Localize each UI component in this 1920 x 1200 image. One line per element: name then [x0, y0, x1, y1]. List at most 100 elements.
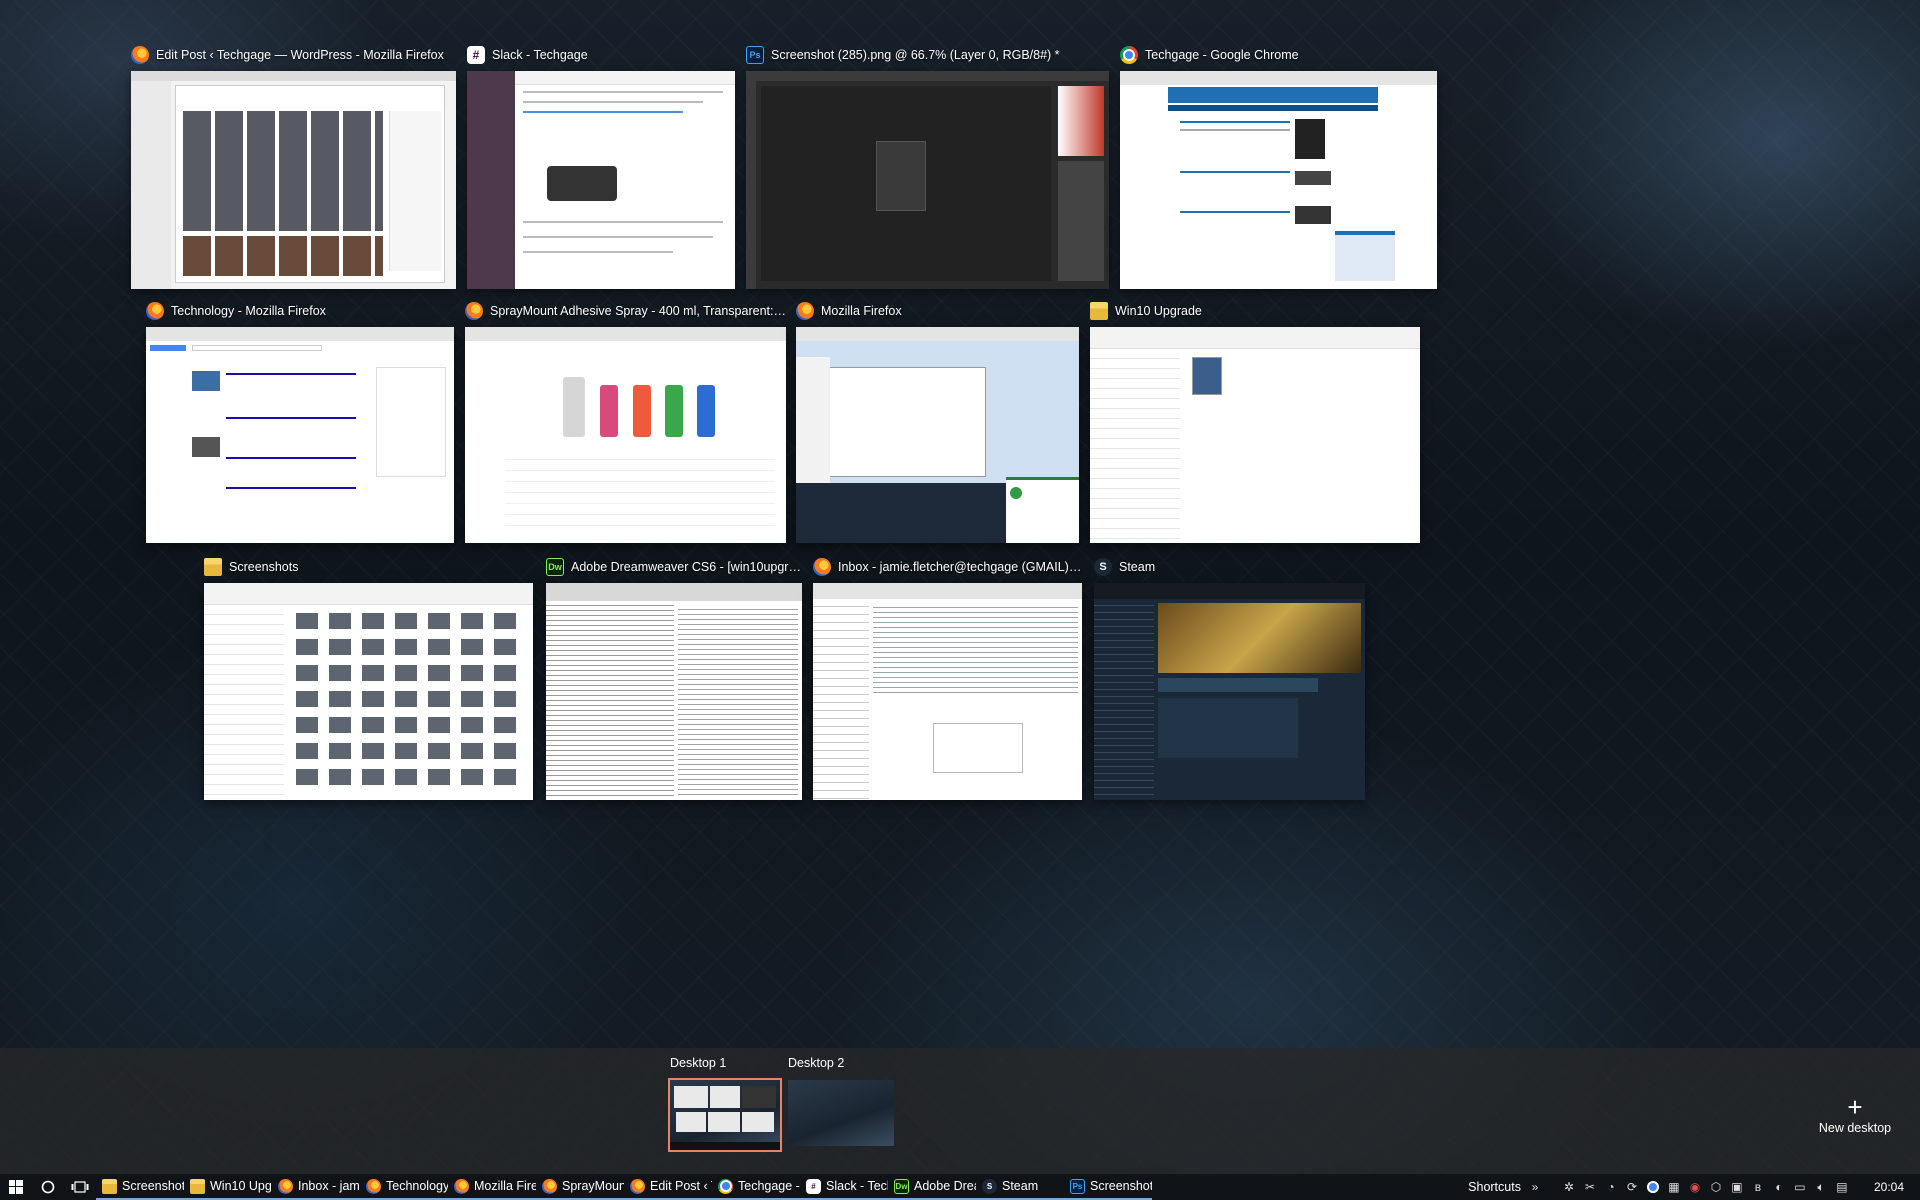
window-title: Technology - Mozilla Firefox: [171, 304, 326, 318]
taskbar-item-label: Win10 Upgr...: [210, 1179, 272, 1193]
taskbar-item-label: Slack - Tech...: [826, 1179, 888, 1193]
taskbar-item-mozilla-firefox[interactable]: Mozilla Firef...: [448, 1174, 536, 1200]
taskbar-item-label: Adobe Drea...: [914, 1179, 976, 1193]
new-desktop-button[interactable]: + New desktop: [1810, 1094, 1900, 1135]
desktop-2[interactable]: Desktop 2: [788, 1056, 894, 1146]
window-steam[interactable]: S Steam: [1094, 555, 1365, 800]
start-button[interactable]: [0, 1174, 32, 1200]
window-title: Win10 Upgrade: [1115, 304, 1202, 318]
folder-icon: [190, 1178, 205, 1194]
firefox-icon: [278, 1178, 293, 1194]
firefox-icon: [131, 46, 149, 64]
window-thumbnail: [1094, 583, 1365, 800]
folder-icon: [1090, 302, 1108, 320]
toolbar-expand-icon[interactable]: »: [1528, 1180, 1542, 1194]
window-wordpress-firefox[interactable]: Edit Post ‹ Techgage — WordPress - Mozil…: [131, 43, 456, 289]
slack-icon: #: [806, 1178, 821, 1194]
window-inbox-firefox[interactable]: Inbox - jamie.fletcher@techgage (GMAIL) …: [813, 555, 1082, 800]
clock-icon[interactable]: ◔: [1604, 1180, 1618, 1194]
window-screenshots-explorer[interactable]: Screenshots: [204, 555, 533, 800]
taskbar-item-label: Edit Post ‹ T...: [650, 1179, 712, 1193]
window-win10-upgrade-explorer[interactable]: Win10 Upgrade: [1090, 299, 1420, 543]
task-view-button[interactable]: [64, 1174, 96, 1200]
firefox-icon: [542, 1178, 557, 1194]
photoshop-icon: Ps: [1070, 1178, 1085, 1194]
window-dreamweaver[interactable]: Dw Adobe Dreamweaver CS6 - [win10upgrade.…: [546, 555, 802, 800]
window-title: Adobe Dreamweaver CS6 - [win10upgrade.ht…: [571, 560, 802, 574]
window-thumbnail: [796, 327, 1079, 543]
window-title: Mozilla Firefox: [821, 304, 902, 318]
taskbar-item-dreamweaver[interactable]: Dw Adobe Drea...: [888, 1174, 976, 1200]
taskbar-item-steam[interactable]: S Steam: [976, 1174, 1064, 1200]
window-amazon-firefox[interactable]: SprayMount Adhesive Spray - 400 ml, Tran…: [465, 299, 786, 543]
chrome-tray-icon[interactable]: [1646, 1180, 1660, 1194]
window-title: Screenshot (285).png @ 66.7% (Layer 0, R…: [771, 48, 1060, 62]
refresh-icon[interactable]: ⟳: [1625, 1180, 1639, 1194]
firefox-icon: [630, 1178, 645, 1194]
network-icon[interactable]: ▭: [1793, 1180, 1807, 1194]
photoshop-icon: Ps: [746, 46, 764, 64]
usb-icon[interactable]: ▣: [1730, 1180, 1744, 1194]
taskbar-item-slack[interactable]: # Slack - Tech...: [800, 1174, 888, 1200]
window-slack[interactable]: # Slack - Techgage: [467, 43, 735, 289]
taskbar-item-label: Screenshot (...: [1090, 1179, 1152, 1193]
window-thumbnail: [131, 71, 456, 289]
window-title: Inbox - jamie.fletcher@techgage (GMAIL) …: [838, 560, 1082, 574]
window-thumbnail: [465, 327, 786, 543]
taskbar-item-screenshots[interactable]: Screenshots: [96, 1174, 184, 1200]
system-tray: Shortcuts » ✲ ✂ ◔ ⟳ ▦ ◉ ⬡ ▣ ʙ ◐ ▭ 🔈︎ ▤ 2…: [1468, 1174, 1920, 1200]
clock[interactable]: 20:04: [1874, 1180, 1904, 1194]
firefox-icon: [465, 302, 483, 320]
shortcuts-toolbar[interactable]: Shortcuts: [1468, 1180, 1521, 1194]
action-center-icon[interactable]: ▤: [1835, 1180, 1849, 1194]
steam-icon: S: [982, 1178, 997, 1194]
tools-icon[interactable]: ✂: [1583, 1180, 1597, 1194]
taskbar-item-inbox[interactable]: Inbox - jami...: [272, 1174, 360, 1200]
window-title: Slack - Techgage: [492, 48, 588, 62]
task-view-icon: [71, 1181, 89, 1193]
bluetooth-icon[interactable]: ʙ: [1751, 1180, 1765, 1194]
taskbar-item-spraymount[interactable]: SprayMount...: [536, 1174, 624, 1200]
window-mozilla-firefox[interactable]: Mozilla Firefox: [796, 299, 1079, 543]
steam-tray-icon[interactable]: ◐: [1772, 1180, 1786, 1194]
folder-icon: [204, 558, 222, 576]
window-technology-firefox[interactable]: Technology - Mozilla Firefox: [146, 299, 454, 543]
window-thumbnail: [467, 71, 735, 289]
new-desktop-label: New desktop: [1818, 1121, 1892, 1135]
window-thumbnail: [746, 71, 1109, 289]
taskbar-item-label: Inbox - jami...: [298, 1179, 360, 1193]
window-thumbnail: [1090, 327, 1420, 543]
desktop-label: Desktop 2: [788, 1056, 845, 1070]
app-tray-icon[interactable]: ▦: [1667, 1180, 1681, 1194]
taskbar-item-label: Steam: [1002, 1179, 1039, 1193]
windows-logo-icon: [9, 1180, 23, 1194]
slack-icon: #: [467, 46, 485, 64]
taskbar: Screenshots Win10 Upgr... Inbox - jami..…: [0, 1174, 1920, 1200]
taskbar-item-label: Technology ...: [386, 1179, 448, 1193]
cortana-button[interactable]: [32, 1174, 64, 1200]
firefox-icon: [813, 558, 831, 576]
taskbar-item-technology[interactable]: Technology ...: [360, 1174, 448, 1200]
taskbar-item-win10-upgrade[interactable]: Win10 Upgr...: [184, 1174, 272, 1200]
gamepad-icon[interactable]: ◉: [1688, 1180, 1702, 1194]
taskbar-item-edit-post[interactable]: Edit Post ‹ T...: [624, 1174, 712, 1200]
taskbar-item-label: SprayMount...: [562, 1179, 624, 1193]
desktop-1[interactable]: Desktop 1: [668, 1056, 782, 1152]
window-photoshop[interactable]: Ps Screenshot (285).png @ 66.7% (Layer 0,…: [746, 43, 1109, 289]
taskbar-item-photoshop[interactable]: Ps Screenshot (...: [1064, 1174, 1152, 1200]
volume-icon[interactable]: 🔈︎: [1814, 1180, 1828, 1194]
taskbar-item-label: Screenshots: [122, 1179, 184, 1193]
dreamweaver-icon: Dw: [546, 558, 564, 576]
desktop-thumbnail[interactable]: [788, 1080, 894, 1146]
taskbar-item-techgage-chrome[interactable]: Techgage - ...: [712, 1174, 800, 1200]
window-thumbnail: [146, 327, 454, 543]
window-chrome-techgage[interactable]: Techgage - Google Chrome: [1120, 43, 1437, 289]
window-title: Screenshots: [229, 560, 299, 574]
desktop-thumbnail[interactable]: [668, 1078, 782, 1152]
desktop-label: Desktop 1: [670, 1056, 727, 1070]
vpn-icon[interactable]: ⬡: [1709, 1180, 1723, 1194]
gear-icon[interactable]: ✲: [1562, 1180, 1576, 1194]
window-thumbnail: [204, 583, 533, 800]
window-title: Techgage - Google Chrome: [1145, 48, 1299, 62]
